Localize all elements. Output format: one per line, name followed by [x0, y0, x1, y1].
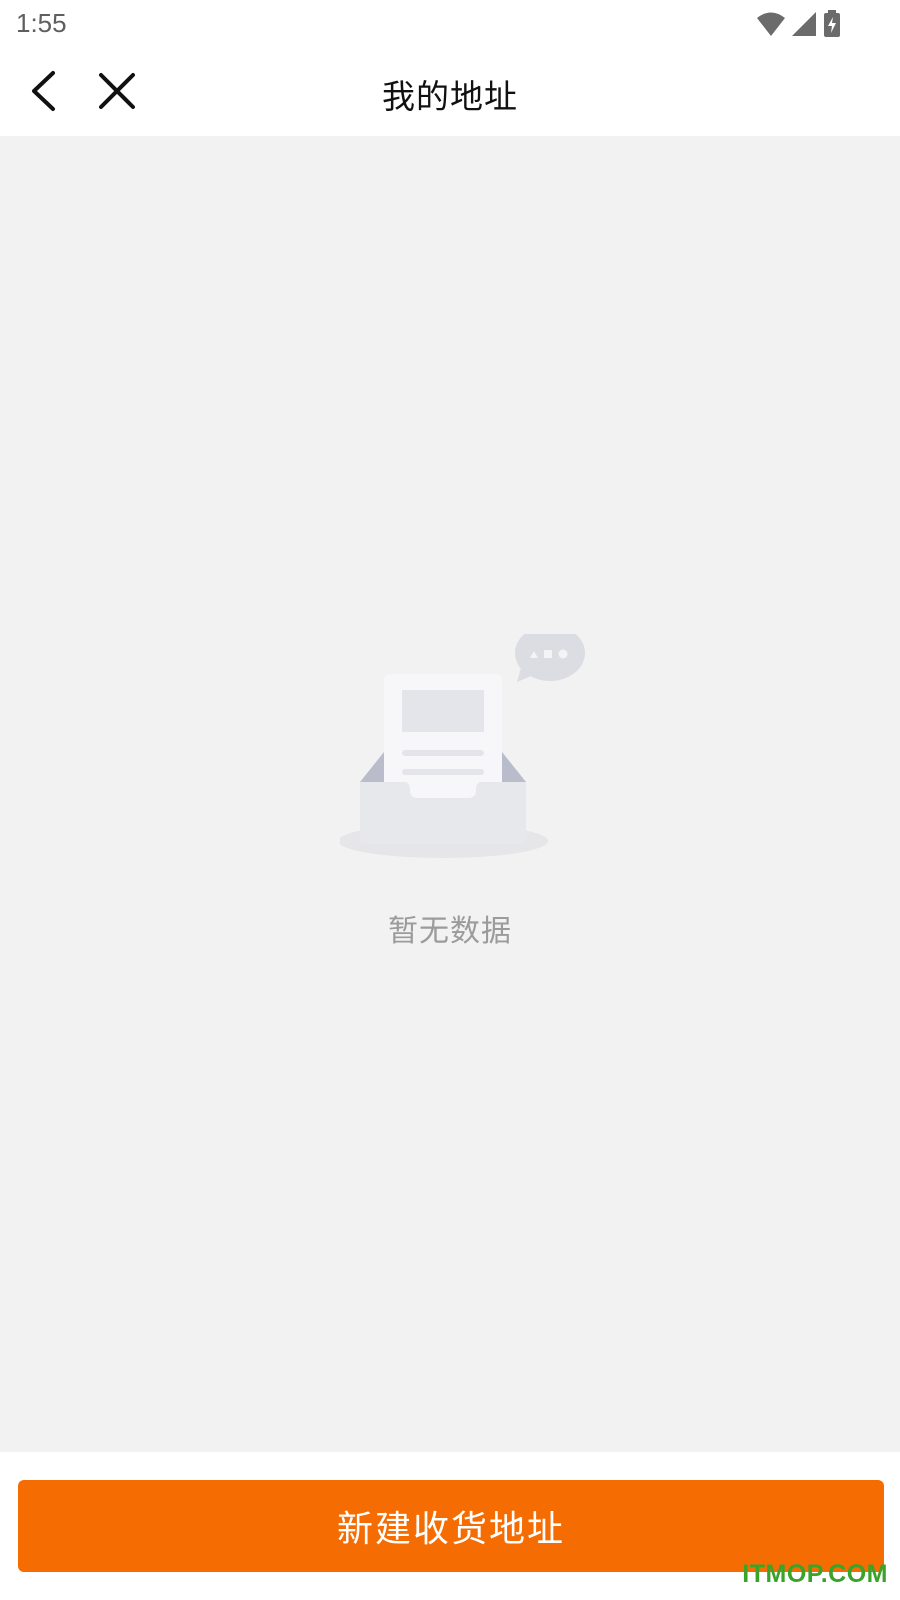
- empty-inbox-icon: [340, 634, 585, 858]
- status-time: 1:55: [16, 8, 67, 38]
- empty-state-message: 暂无数据: [388, 914, 512, 949]
- address-list-area: 暂无数据: [0, 136, 900, 1452]
- signal-icon: [792, 12, 816, 36]
- app-screen: 1:55 我的地址 暂无数据 新建收货地址 ITMOP.COM: [0, 0, 900, 1600]
- wifi-icon: [757, 12, 785, 36]
- page-title: 我的地址: [382, 77, 518, 116]
- status-bar: 1:55: [0, 0, 900, 50]
- status-icons: [756, 9, 842, 39]
- header-bar: 我的地址: [0, 50, 900, 136]
- new-address-button[interactable]: 新建收货地址: [18, 1480, 884, 1572]
- battery-charging-icon: [824, 10, 840, 37]
- watermark-text: ITMOP.COM: [742, 1560, 888, 1588]
